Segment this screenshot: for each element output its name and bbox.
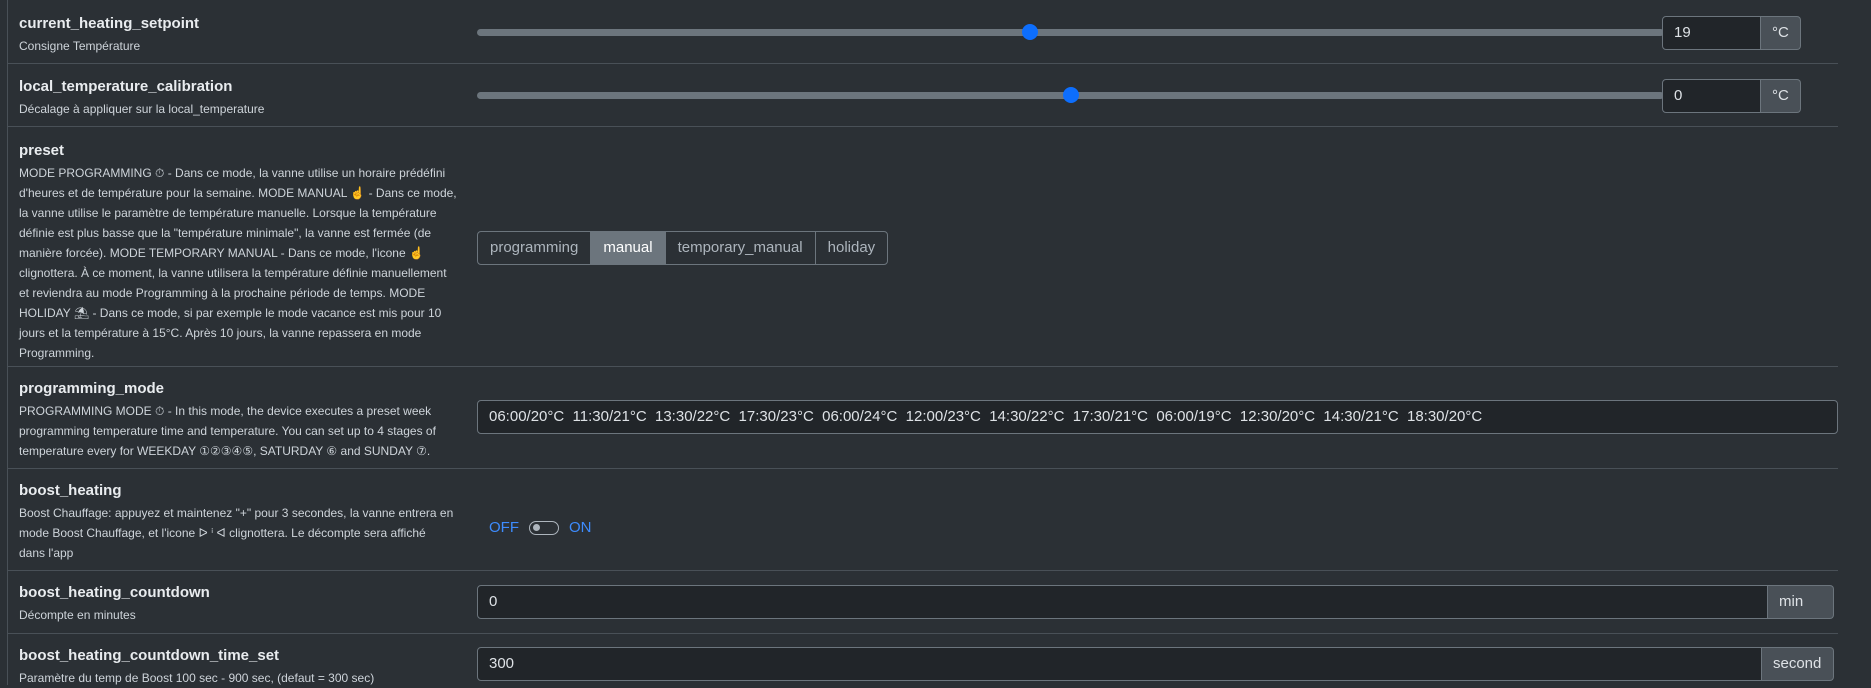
- row-preset: preset MODE PROGRAMMING ⏱ - Dans ce mode…: [7, 126, 1838, 366]
- row-programming-mode: programming_mode PROGRAMMING MODE ⏱ - In…: [7, 366, 1838, 468]
- label-column: programming_mode PROGRAMMING MODE ⏱ - In…: [19, 380, 464, 461]
- setting-name: programming_mode: [19, 380, 165, 397]
- temperature-calibration-input-group: 0 °C: [1662, 79, 1801, 113]
- setting-name: boost_heating_countdown_time_set: [19, 647, 280, 664]
- description-line: temperature every for WEEKDAY ①②③④⑤, SAT…: [19, 444, 431, 458]
- label-column: current_heating_setpoint Consigne Tempér…: [19, 15, 464, 56]
- description-line: mode Boost Chauffage, et l'icone ᐅ ⁱ ᐊ c…: [19, 526, 426, 540]
- description-line: Boost Chauffage: appuyez et maintenez "+…: [19, 506, 454, 520]
- preset-option-temporary-manual[interactable]: temporary_manual: [666, 232, 816, 264]
- description-line: la vanne utilise le paramètre de tempéra…: [19, 206, 437, 220]
- setting-description: Décompte en minutes: [19, 608, 136, 622]
- boost-time-set-input[interactable]: 300: [477, 647, 1762, 681]
- description-line: PROGRAMMING MODE ⏱ - In this mode, the d…: [19, 404, 432, 418]
- description-line: jours et la température à 15°C. Après 10…: [19, 326, 422, 340]
- heating-setpoint-slider[interactable]: [477, 16, 1664, 50]
- toggle-on-label[interactable]: ON: [569, 519, 592, 536]
- slider-thumb[interactable]: [1062, 87, 1079, 103]
- label-column: local_temperature_calibration Décalage à…: [19, 78, 464, 119]
- boost-time-set-input-group: 300 second: [477, 647, 1834, 681]
- switch-knob: [533, 523, 540, 531]
- heating-setpoint-input-group: 19 °C: [1662, 16, 1801, 50]
- description-line: Programming.: [19, 346, 95, 360]
- row-heating-setpoint: current_heating_setpoint Consigne Tempér…: [7, 0, 1838, 63]
- preset-option-programming[interactable]: programming: [478, 232, 592, 264]
- label-column: boost_heating_countdown Décompte en minu…: [19, 584, 464, 625]
- temperature-calibration-input[interactable]: 0: [1662, 79, 1761, 113]
- unit-label: °C: [1761, 79, 1801, 113]
- description-line: dans l'app: [19, 546, 74, 560]
- programming-mode-input-group: 06:00/20°C 11:30/21°C 13:30/22°C 17:30/2…: [477, 400, 1838, 434]
- row-temperature-calibration: local_temperature_calibration Décalage à…: [7, 63, 1838, 126]
- description-line: et reviendra au mode Programming à la pr…: [19, 286, 426, 300]
- preset-button-group: programming manual temporary_manual holiday: [477, 231, 889, 265]
- slider-track: [477, 29, 1664, 36]
- description-line: manière forcée). MODE TEMPORARY MANUAL -…: [19, 246, 424, 260]
- toggle-switch[interactable]: [529, 520, 559, 535]
- description-line: MODE PROGRAMMING ⏱ - Dans ce mode, la va…: [19, 166, 446, 180]
- setting-description: Paramètre du temp de Boost 100 sec - 900…: [19, 671, 375, 685]
- slider-thumb[interactable]: [1022, 24, 1039, 40]
- boost-countdown-input[interactable]: 0: [477, 585, 1768, 619]
- unit-label: second: [1762, 647, 1834, 681]
- setting-description: Consigne Température: [19, 39, 141, 53]
- setting-name: boost_heating_countdown: [19, 584, 210, 601]
- description-line: programming temperature time and tempera…: [19, 424, 436, 438]
- description-line: clignottera. À ce moment, la vanne utili…: [19, 266, 447, 280]
- setting-name: boost_heating: [19, 482, 122, 499]
- setting-description: Décalage à appliquer sur la local_temper…: [19, 102, 265, 116]
- setting-name: current_heating_setpoint: [19, 15, 200, 32]
- row-boost-countdown: boost_heating_countdown Décompte en minu…: [7, 570, 1838, 633]
- programming-mode-input[interactable]: 06:00/20°C 11:30/21°C 13:30/22°C 17:30/2…: [477, 400, 1838, 434]
- unit-label: °C: [1761, 16, 1801, 50]
- setting-description: Boost Chauffage: appuyez et maintenez "+…: [19, 503, 464, 563]
- setting-name: local_temperature_calibration: [19, 78, 233, 95]
- description-line: HOLIDAY ⛱ - Dans ce mode, si par exemple…: [19, 306, 442, 320]
- setting-description: MODE PROGRAMMING ⏱ - Dans ce mode, la va…: [19, 163, 464, 363]
- boost-countdown-input-group: 0 min: [477, 585, 1834, 619]
- unit-label: min: [1768, 585, 1834, 619]
- label-column: boost_heating_countdown_time_set Paramèt…: [19, 647, 464, 688]
- row-boost-heating: boost_heating Boost Chauffage: appuyez e…: [7, 468, 1838, 570]
- description-line: définie est plus basse que la "températu…: [19, 226, 432, 240]
- label-column: preset MODE PROGRAMMING ⏱ - Dans ce mode…: [19, 142, 464, 363]
- description-line: d'heures et de température pour la semai…: [19, 186, 457, 200]
- preset-option-manual[interactable]: manual: [591, 232, 666, 264]
- setting-description: PROGRAMMING MODE ⏱ - In this mode, the d…: [19, 401, 464, 461]
- row-boost-time-set: boost_heating_countdown_time_set Paramèt…: [7, 633, 1838, 685]
- preset-option-holiday[interactable]: holiday: [816, 232, 888, 264]
- temperature-calibration-slider[interactable]: [477, 79, 1664, 113]
- label-column: boost_heating Boost Chauffage: appuyez e…: [19, 482, 464, 563]
- heating-setpoint-input[interactable]: 19: [1662, 16, 1761, 50]
- setting-name: preset: [19, 142, 65, 159]
- boost-heating-toggle[interactable]: OFF ON: [489, 519, 592, 536]
- toggle-off-label[interactable]: OFF: [489, 519, 519, 536]
